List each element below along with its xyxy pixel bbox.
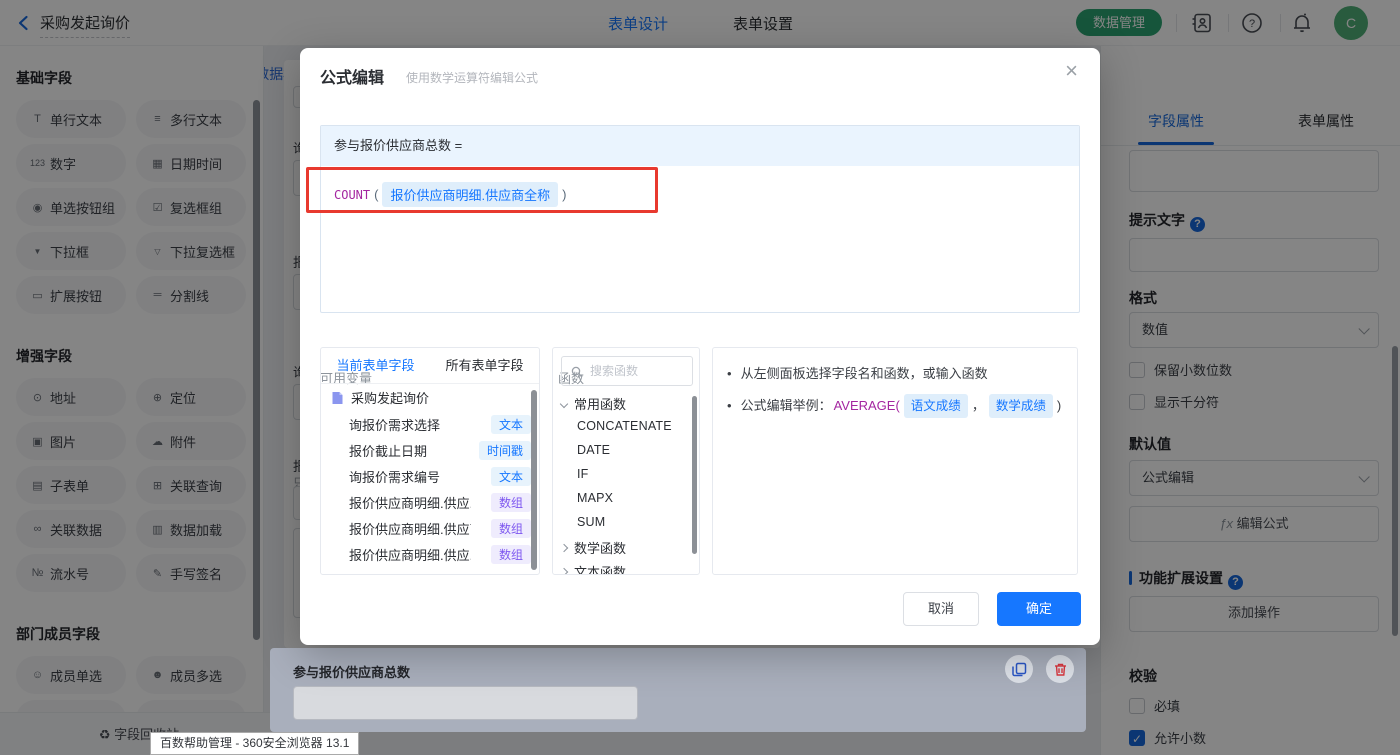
variables-root-node[interactable]: 采购发起询价 [321, 384, 539, 411]
variables-tabs: 当前表单字段 所有表单字段 [321, 348, 539, 384]
document-icon [331, 391, 344, 405]
confirm-button[interactable]: 确定 [997, 592, 1081, 626]
variable-item[interactable]: 报价供应商明细.供应...数组 [321, 541, 539, 567]
function-group-common[interactable]: 常用函数 [561, 394, 626, 413]
chevron-down-icon [560, 400, 568, 408]
function-item[interactable]: IF [577, 467, 589, 481]
variable-item[interactable]: 询报价需求编号文本 [321, 463, 539, 489]
annotation-highlight-box [306, 167, 658, 213]
formula-target: 参与报价供应商总数 [334, 138, 451, 153]
function-item[interactable]: MAPX [577, 491, 613, 505]
type-tag: 文本 [491, 467, 531, 486]
search-icon [571, 366, 583, 378]
chevron-right-icon [560, 544, 568, 552]
variable-item[interactable]: 报价供应商明细.供应商数组 [321, 515, 539, 541]
type-tag: 数组 [491, 493, 531, 512]
help-line-2: • 公式编辑举例： AVERAGE( 语文成绩 ， 数学成绩 ) [727, 394, 1063, 418]
example-field-token: 语文成绩 [904, 394, 968, 418]
tab-current-form-fields[interactable]: 当前表单字段 [321, 348, 430, 383]
delete-field-icon[interactable] [1046, 655, 1074, 683]
example-function: AVERAGE( [834, 396, 900, 416]
type-tag: 文本 [491, 415, 531, 434]
variable-item[interactable]: 报价供应商明细.供应...数组 [321, 489, 539, 515]
formula-box: 参与报价供应商总数 = COUNT ( 报价供应商明细.供应商全称 ) [320, 125, 1080, 313]
selected-field-label: 参与报价供应商总数 [293, 662, 410, 681]
app-window: 采购发起询价 表单设计 表单设置 数据管理 ? C ∞表单外链 ▧后端脚本 ▦数… [0, 0, 1400, 755]
cancel-button[interactable]: 取消 [903, 592, 979, 626]
function-item[interactable]: CONCATENATE [577, 419, 672, 433]
help-line-1: •从左侧面板选择字段名和函数，或输入函数 [727, 364, 1063, 384]
browser-status-bar: 百数帮助管理 - 360安全浏览器 13.1 [150, 732, 359, 755]
equals-sign: = [455, 138, 463, 153]
variable-item[interactable]: 询报价需求选择文本 [321, 411, 539, 437]
variables-scrollbar[interactable] [531, 390, 537, 570]
chevron-right-icon [560, 568, 568, 575]
formula-editor-modal: 公式编辑 使用数学运算符编辑公式 × 参与报价供应商总数 = COUNT ( 报… [300, 48, 1100, 645]
selected-field-block[interactable]: 参与报价供应商总数 [270, 648, 1086, 732]
example-field-token: 数学成绩 [989, 394, 1053, 418]
function-group-text[interactable]: 文本函数 [561, 562, 626, 575]
tab-all-form-fields[interactable]: 所有表单字段 [430, 348, 539, 383]
function-item[interactable]: DATE [577, 443, 610, 457]
variables-panel: 当前表单字段 所有表单字段 采购发起询价 询报价需求选择文本 报价截止日期时间戳… [320, 347, 540, 575]
modal-subtitle: 使用数学运算符编辑公式 [406, 69, 538, 86]
function-group-math[interactable]: 数学函数 [561, 538, 626, 557]
type-tag: 数组 [491, 519, 531, 538]
functions-scrollbar[interactable] [692, 396, 697, 554]
variable-item[interactable]: 报价截止日期时间戳 [321, 437, 539, 463]
help-panel: •从左侧面板选择字段名和函数，或输入函数 • 公式编辑举例： AVERAGE( … [712, 347, 1078, 575]
type-tag: 时间戳 [479, 441, 531, 460]
function-search-box [561, 356, 693, 386]
functions-panel: 常用函数 CONCATENATE DATE IF MAPX SUM 数学函数 文… [552, 347, 700, 575]
close-icon[interactable]: × [1065, 60, 1078, 82]
type-tag: 数组 [491, 545, 531, 564]
formula-target-row: 参与报价供应商总数 = [321, 126, 1079, 166]
function-item[interactable]: SUM [577, 515, 605, 529]
selected-field-input[interactable] [293, 686, 638, 720]
modal-title: 公式编辑 [320, 64, 384, 88]
copy-field-icon[interactable] [1005, 655, 1033, 683]
function-search-input[interactable] [590, 358, 690, 384]
